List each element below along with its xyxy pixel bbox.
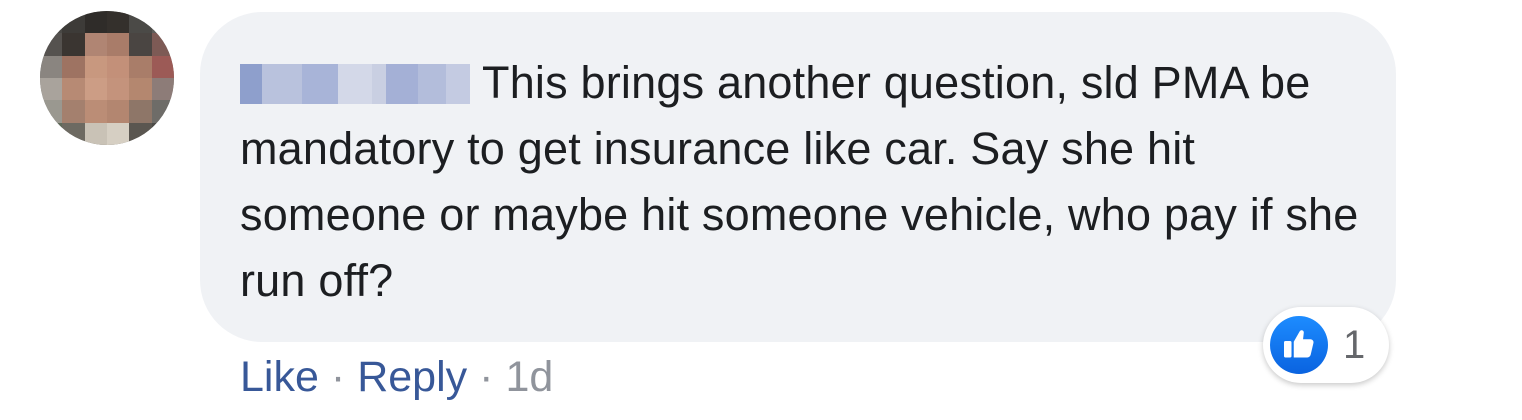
like-link[interactable]: Like	[240, 353, 319, 401]
comment-actions: Like · Reply · 1d	[240, 352, 553, 402]
redacted-author-name[interactable]	[240, 64, 470, 104]
separator-dot: ·	[479, 353, 494, 401]
comment: This brings another question, sld PMA be…	[0, 0, 1522, 420]
reply-link[interactable]: Reply	[357, 353, 467, 401]
separator-dot: ·	[330, 353, 346, 401]
like-icon	[1270, 316, 1328, 374]
avatar[interactable]	[40, 11, 174, 145]
comment-bubble: This brings another question, sld PMA be…	[200, 12, 1396, 342]
reaction-summary[interactable]: 1	[1263, 307, 1389, 383]
comment-text-block: This brings another question, sld PMA be…	[240, 50, 1380, 314]
timestamp[interactable]: 1d	[505, 353, 553, 401]
reaction-count: 1	[1343, 323, 1366, 367]
